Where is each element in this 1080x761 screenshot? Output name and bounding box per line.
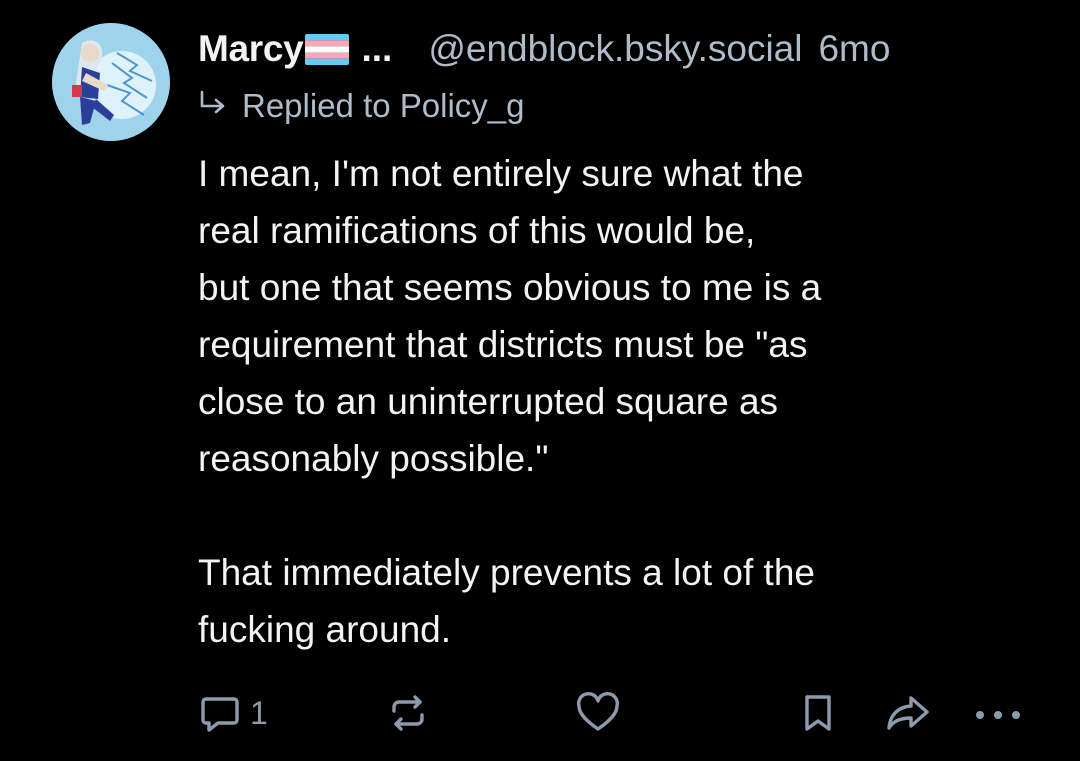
body-line: but one that seems obvious to me is a — [198, 267, 822, 308]
body-line: That immediately prevents a lot of the — [198, 552, 815, 593]
body-line: reasonably possible." — [198, 438, 549, 479]
share-button[interactable] — [884, 688, 932, 738]
author-handle[interactable]: @endblock.bsky.social — [428, 28, 802, 70]
trans-flag-emoji — [305, 33, 350, 65]
reply-arrow-icon — [200, 90, 225, 114]
bookmark-button[interactable] — [798, 688, 838, 738]
reply-to-label: Replied to Policy_g — [242, 87, 525, 124]
bookmark-icon — [805, 695, 831, 731]
body-line: fucking around. — [198, 609, 452, 650]
reply-count: 1 — [250, 694, 268, 731]
like-button[interactable] — [575, 688, 621, 738]
author-display-name[interactable]: Marcy — [198, 28, 304, 70]
speech-bubble-icon — [201, 697, 239, 732]
body-line: real ramifications of this would be, — [198, 210, 756, 251]
post-body: I mean, I'm not entirely sure what the r… — [198, 145, 1018, 658]
reply-context[interactable]: Replied to Policy_g — [198, 84, 525, 128]
repost-arrows-icon — [392, 695, 424, 731]
avatar[interactable] — [52, 23, 170, 141]
heart-icon — [576, 691, 620, 731]
post-paragraph: That immediately prevents a lot of the f… — [198, 544, 1018, 658]
more-dots-icon — [976, 711, 1020, 719]
body-line: requirement that districts must be "as — [198, 324, 808, 365]
post-header: Marcy ... @endblock.bsky.social 6mo — [198, 24, 890, 74]
post-actions: 1 — [0, 688, 1080, 738]
post-timestamp[interactable]: 6mo — [818, 28, 890, 70]
more-options-button[interactable] — [970, 688, 1026, 738]
avatar-image — [52, 23, 170, 141]
repost-button[interactable] — [386, 688, 430, 738]
post-paragraph: I mean, I'm not entirely sure what the r… — [198, 145, 1018, 487]
body-line: close to an uninterrupted square as — [198, 381, 779, 422]
name-truncation: ... — [361, 28, 393, 69]
reply-button[interactable]: 1 — [198, 688, 268, 738]
body-line: I mean, I'm not entirely sure what the — [198, 153, 804, 194]
share-arrow-icon — [887, 696, 929, 730]
post[interactable]: Marcy ... @endblock.bsky.social 6mo Repl… — [0, 0, 1080, 761]
